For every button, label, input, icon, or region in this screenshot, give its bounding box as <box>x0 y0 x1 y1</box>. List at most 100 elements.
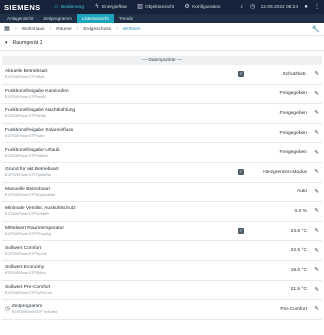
datapoint-text: Aktuelle Betriebsart B'37R3/B'Room'GTP'dB… <box>5 69 237 79</box>
edit-icon[interactable]: ✎ <box>314 189 319 195</box>
edit-icon[interactable]: ✎ <box>314 287 319 293</box>
breadcrumb-erdgeschoss[interactable]: Erdgeschoss <box>83 27 111 32</box>
user-icon[interactable]: ● <box>303 4 309 10</box>
edit-icon[interactable]: ✎ <box>314 169 319 175</box>
edit-icon[interactable]: ✎ <box>314 267 319 273</box>
datapoint-address: B'37R3/B'Room'GTP'dBaS <box>5 75 45 80</box>
checkbox-icon[interactable]: ✓ <box>238 228 244 235</box>
datapoint-address: B'37R3/B'Room'GTP'NcNite <box>5 114 47 119</box>
chevron-right-icon: › <box>49 26 52 32</box>
datapoint-text: Funktionsfreigabe Nachtkühlung B'37R3/B'R… <box>5 108 237 118</box>
datapoint-text: Grund für akt.Betriebsart B'37R3/B'Room'G… <box>5 167 237 177</box>
menu-icon[interactable]: ⋮ <box>314 4 320 10</box>
device-selector-label: Raumgerät 1 <box>12 40 43 46</box>
datapoint-value: Freigegeben <box>279 110 307 116</box>
datapoint-value: Pre-Comfort <box>280 306 307 312</box>
datapoint-address: B'37R3/B'Room'GTP'dOpModMan <box>5 192 56 197</box>
edit-icon[interactable]: ✎ <box>314 91 319 97</box>
datapoint-value: Freigegeben <box>279 150 307 156</box>
datapoint-value: 19.0 °C <box>290 267 307 273</box>
datapoint-text: Sollwert Comfort B'37R3/B'Room'GTP'SpCmf <box>5 246 237 256</box>
chevron-right-icon: › <box>116 26 118 32</box>
datapoint-list: Aktuelle Betriebsart B'37R3/B'Room'GTP'dB… <box>2 65 322 320</box>
datapoint-address: B'37R3/B'Room'GTP'NcsEn <box>5 94 46 99</box>
checkbox-icon[interactable]: ✓ <box>238 169 244 176</box>
datapoint-address: B'37R3/B'Room'GTP'SolEn <box>5 134 46 139</box>
datapoint-text: Sollwert Economy B'37R3/B'Room'GTP'SpEco <box>5 265 237 275</box>
nav-konfiguration[interactable]: ⚙ Konfiguration <box>179 0 225 14</box>
datapoint-address: B'37R3/B'Room'GTP'SpCmf <box>5 251 47 256</box>
chevron-right-icon: › <box>15 26 17 32</box>
datapoint-value: 22.5 °C <box>290 248 307 254</box>
bell-icon[interactable]: ♪ <box>239 4 245 10</box>
edit-icon[interactable]: ✎ <box>314 150 319 156</box>
tab-listenansicht[interactable]: Listenansicht <box>76 14 114 23</box>
datapoint-text: Manuelle Betriebsart B'37R3/B'Room'GTP'dO… <box>5 187 237 197</box>
breadcrumb-raeume[interactable]: Räume <box>56 27 71 32</box>
datapoint-text: Funktionsfreigabe Kaminofen B'37R3/B'Room… <box>5 89 237 99</box>
datapoint-value: 21.5 °C <box>290 287 307 293</box>
list-item[interactable]: ◷ Zeitprogramm B'37R3/B'Room'GTP'TmSched Pr… <box>2 300 322 320</box>
list-item[interactable]: Minimale Ventilst. Auskühlschutz B'37R3/B… <box>2 202 322 222</box>
datapoint-text: Funktionsfreigabe Urlaub B'37R3/B'Room'GT… <box>5 148 237 158</box>
datapoint-text: Minimale Ventilst. Auskühlschutz B'37R3/B… <box>5 206 237 216</box>
breadcrumb: ▦ › Wohnhaus › Räume › Erdgeschoss › Woh… <box>0 23 324 36</box>
clock-icon: ◷ <box>250 4 256 10</box>
list-item[interactable]: Grund für akt.Betriebsart B'37R3/B'Room'G… <box>2 163 322 183</box>
checkbox-icon[interactable]: ✓ <box>238 71 244 78</box>
datapoint-value: Schutzbetr. <box>282 71 307 77</box>
edit-icon[interactable]: ✎ <box>314 110 319 116</box>
list-item[interactable]: Funktionsfreigabe Nachtkühlung B'37R3/B'R… <box>2 104 322 124</box>
list-item[interactable]: Sollwert Pre-Comfort B'37R3/B'Room'GTP'Sp… <box>2 281 322 301</box>
list-item[interactable]: Funktionsfreigabe Solareinfluss B'37R3/B'… <box>2 124 322 144</box>
wrench-icon[interactable]: 🔧 <box>312 25 320 33</box>
datapoint-text: Sollwert Pre-Comfort B'37R3/B'Room'GTP'Sp… <box>5 285 237 295</box>
edit-icon[interactable]: ✎ <box>314 228 319 234</box>
datapoint-address: B'37R3/B'Room'GTP'OpMdRsn <box>5 173 52 178</box>
nav-bedienung[interactable]: ⌂ Bedienung <box>48 0 89 14</box>
tab-anlagensicht[interactable]: Anlagensicht <box>2 14 38 23</box>
list-item[interactable]: Mittelwert Raumtemperatur B'37R3/B'Room'G… <box>2 222 322 242</box>
siemens-logo: SIEMENS <box>4 2 41 12</box>
list-item[interactable]: Funktionsfreigabe Urlaub B'37R3/B'Room'GT… <box>2 143 322 163</box>
device-selector[interactable]: ▾ Raumgerät 1 <box>0 36 324 51</box>
datapoint-value: 0.0 % <box>294 208 307 214</box>
top-nav: ⌂ Bedienung ϟ Energieflow ▥ Objektansicht ⚙… <box>48 0 225 14</box>
datapoint-address: B'37R3/B'Room'GTP'RTmpAvg <box>5 232 51 237</box>
datapoint-value: Freigegeben <box>279 130 307 136</box>
datapoint-text: Zeitprogramm B'37R3/B'Room'GTP'TmSched <box>12 304 237 314</box>
tab-trends[interactable]: Trends <box>114 14 138 23</box>
nav-energieflow[interactable]: ϟ Energieflow <box>89 0 132 14</box>
section-header: — Datenpunkte — <box>2 56 322 65</box>
datapoint-text: Funktionsfreigabe Solareinfluss B'37R3/B'… <box>5 128 237 138</box>
edit-icon[interactable]: ✎ <box>314 71 319 77</box>
breadcrumb-wohnen[interactable]: Wohnen <box>123 27 141 32</box>
list-item[interactable]: Sollwert Comfort B'37R3/B'Room'GTP'SpCmf 2… <box>2 241 322 261</box>
view-tabs: Anlagensicht Zeitprogramm Listenansicht … <box>0 14 324 23</box>
list-item[interactable]: Funktionsfreigabe Kaminofen B'37R3/B'Room… <box>2 85 322 105</box>
edit-icon[interactable]: ✎ <box>314 306 319 312</box>
chevron-right-icon: › <box>76 26 79 32</box>
list-item[interactable]: Manuelle Betriebsart B'37R3/B'Room'GTP'dO… <box>2 183 322 203</box>
list-item[interactable]: Sollwert Economy B'37R3/B'Room'GTP'SpEco 1… <box>2 261 322 281</box>
datapoint-value: Freigegeben <box>279 91 307 97</box>
home-icon: ⌂ <box>54 4 58 10</box>
list-item[interactable]: Aktuelle Betriebsart B'37R3/B'Room'GTP'dB… <box>2 65 322 85</box>
gear-icon: ⚙ <box>184 4 190 10</box>
datapoint-value: 23.8 °C <box>290 228 307 234</box>
edit-icon[interactable]: ✎ <box>314 208 319 214</box>
datapoint-address: B'37R3/B'Room'GTP'HolEnbl <box>5 153 48 158</box>
chevron-down-icon: ▾ <box>5 40 8 46</box>
nav-objektansicht[interactable]: ▥ Objektansicht <box>132 0 179 14</box>
bolt-icon: ϟ <box>95 4 99 10</box>
datapoint-text: Mittelwert Raumtemperatur B'37R3/B'Room'G… <box>5 226 237 236</box>
tab-zeitprogramm[interactable]: Zeitprogramm <box>38 14 77 23</box>
edit-icon[interactable]: ✎ <box>314 248 319 254</box>
breadcrumb-wohnhaus[interactable]: Wohnhaus <box>22 27 45 32</box>
edit-icon[interactable]: ✎ <box>314 130 319 136</box>
datapoint-address: B'37R3/B'Room'GTP'SpPreCmf <box>5 290 52 295</box>
datapoint-address: B'37R3/B'Room'GTP'VlvMinPr <box>5 212 50 217</box>
grid-icon[interactable]: ▦ <box>4 26 10 32</box>
datetime: 12.08.2022 08:24 <box>260 4 298 10</box>
top-bar: SIEMENS ⌂ Bedienung ϟ Energieflow ▥ Objekta… <box>0 0 324 14</box>
